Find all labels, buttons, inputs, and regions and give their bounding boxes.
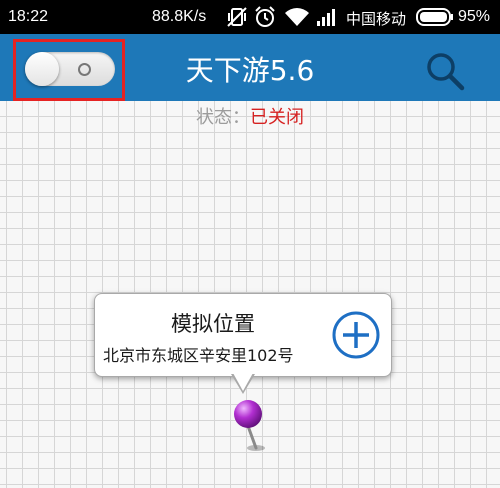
vibrate-off-icon (227, 7, 247, 27)
status-label: 状态： (196, 107, 250, 128)
service-status: 状态：已关闭 (0, 106, 500, 130)
status-time: 18:22 (8, 8, 49, 25)
alarm-icon (255, 6, 275, 27)
wifi-icon (285, 8, 309, 26)
carrier-name: 中国移动 (346, 10, 407, 28)
status-value: 已关闭 (250, 107, 304, 128)
callout-address: 北京市东城区辛安里102号 (103, 346, 294, 365)
plus-circle-icon[interactable] (331, 310, 381, 360)
toggle-highlight-box (13, 39, 125, 101)
battery-percent: 95% (458, 8, 491, 25)
location-callout[interactable]: 模拟位置 北京市东城区辛安里102号 (94, 293, 392, 377)
signal-icon (317, 9, 335, 26)
status-bar: 18:22 88.8K/s 中国移动 95% (0, 0, 500, 34)
callout-title: 模拟位置 (171, 312, 255, 336)
search-icon[interactable] (424, 50, 466, 92)
map-pin-icon[interactable] (232, 398, 276, 452)
screen: 18:22 88.8K/s 中国移动 95% 天下游5.6 状态：已关闭 模拟位… (0, 0, 500, 488)
network-speed: 88.8K/s (152, 8, 207, 25)
battery-icon (416, 8, 453, 26)
callout-pointer-fill (233, 373, 253, 391)
